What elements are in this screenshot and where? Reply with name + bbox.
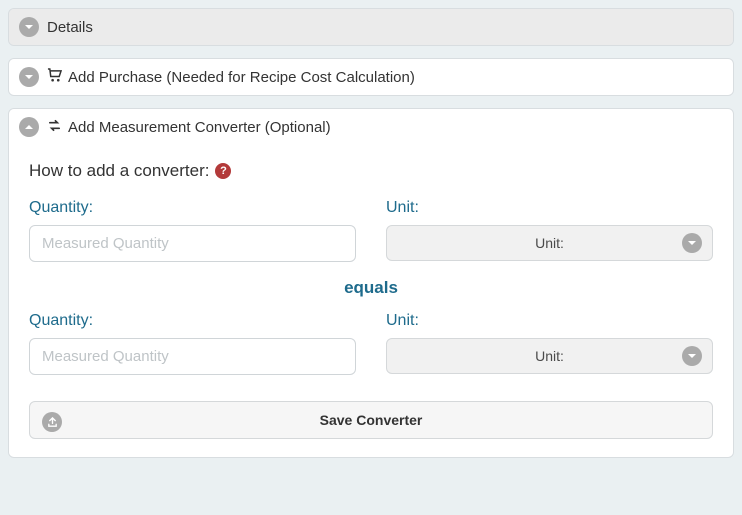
- equals-label: equals: [29, 278, 713, 298]
- purchase-title: Add Purchase (Needed for Recipe Cost Cal…: [68, 69, 415, 86]
- to-quantity-col: Quantity:: [29, 312, 356, 375]
- from-unit-select[interactable]: Unit:: [386, 225, 713, 261]
- to-unit-selected: Unit:: [535, 348, 564, 364]
- help-icon[interactable]: ?: [215, 163, 231, 179]
- converter-panel-header[interactable]: Add Measurement Converter (Optional): [9, 109, 733, 145]
- purchase-panel-header[interactable]: Add Purchase (Needed for Recipe Cost Cal…: [9, 59, 733, 95]
- to-quantity-label: Quantity:: [29, 312, 356, 330]
- chevron-down-icon: [19, 67, 39, 87]
- swap-icon: [47, 118, 62, 137]
- from-row: Quantity: Unit: Unit:: [29, 199, 713, 262]
- from-quantity-col: Quantity:: [29, 199, 356, 262]
- to-unit-label: Unit:: [386, 312, 713, 330]
- from-quantity-input[interactable]: [29, 225, 356, 262]
- details-title: Details: [47, 19, 93, 36]
- purchase-panel: Add Purchase (Needed for Recipe Cost Cal…: [8, 58, 734, 96]
- from-unit-selected: Unit:: [535, 235, 564, 251]
- cart-icon: [47, 68, 62, 87]
- export-icon: [42, 412, 62, 432]
- from-quantity-label: Quantity:: [29, 199, 356, 217]
- save-converter-button[interactable]: Save Converter: [29, 401, 713, 439]
- details-panel-header[interactable]: Details: [9, 9, 733, 45]
- chevron-up-icon: [19, 117, 39, 137]
- converter-title: Add Measurement Converter (Optional): [68, 119, 331, 136]
- chevron-down-icon: [682, 346, 702, 366]
- converter-instructions-row: How to add a converter: ?: [29, 161, 713, 181]
- to-unit-col: Unit: Unit:: [386, 312, 713, 375]
- from-unit-label: Unit:: [386, 199, 713, 217]
- chevron-down-icon: [19, 17, 39, 37]
- to-unit-select[interactable]: Unit:: [386, 338, 713, 374]
- save-row: Save Converter: [29, 401, 713, 439]
- converter-body: How to add a converter: ? Quantity: Unit…: [9, 145, 733, 457]
- save-converter-label: Save Converter: [320, 412, 423, 428]
- to-row: Quantity: Unit: Unit:: [29, 312, 713, 375]
- converter-instructions: How to add a converter:: [29, 161, 209, 181]
- converter-panel: Add Measurement Converter (Optional) How…: [8, 108, 734, 458]
- chevron-down-icon: [682, 233, 702, 253]
- from-unit-col: Unit: Unit:: [386, 199, 713, 262]
- details-panel: Details: [8, 8, 734, 46]
- to-quantity-input[interactable]: [29, 338, 356, 375]
